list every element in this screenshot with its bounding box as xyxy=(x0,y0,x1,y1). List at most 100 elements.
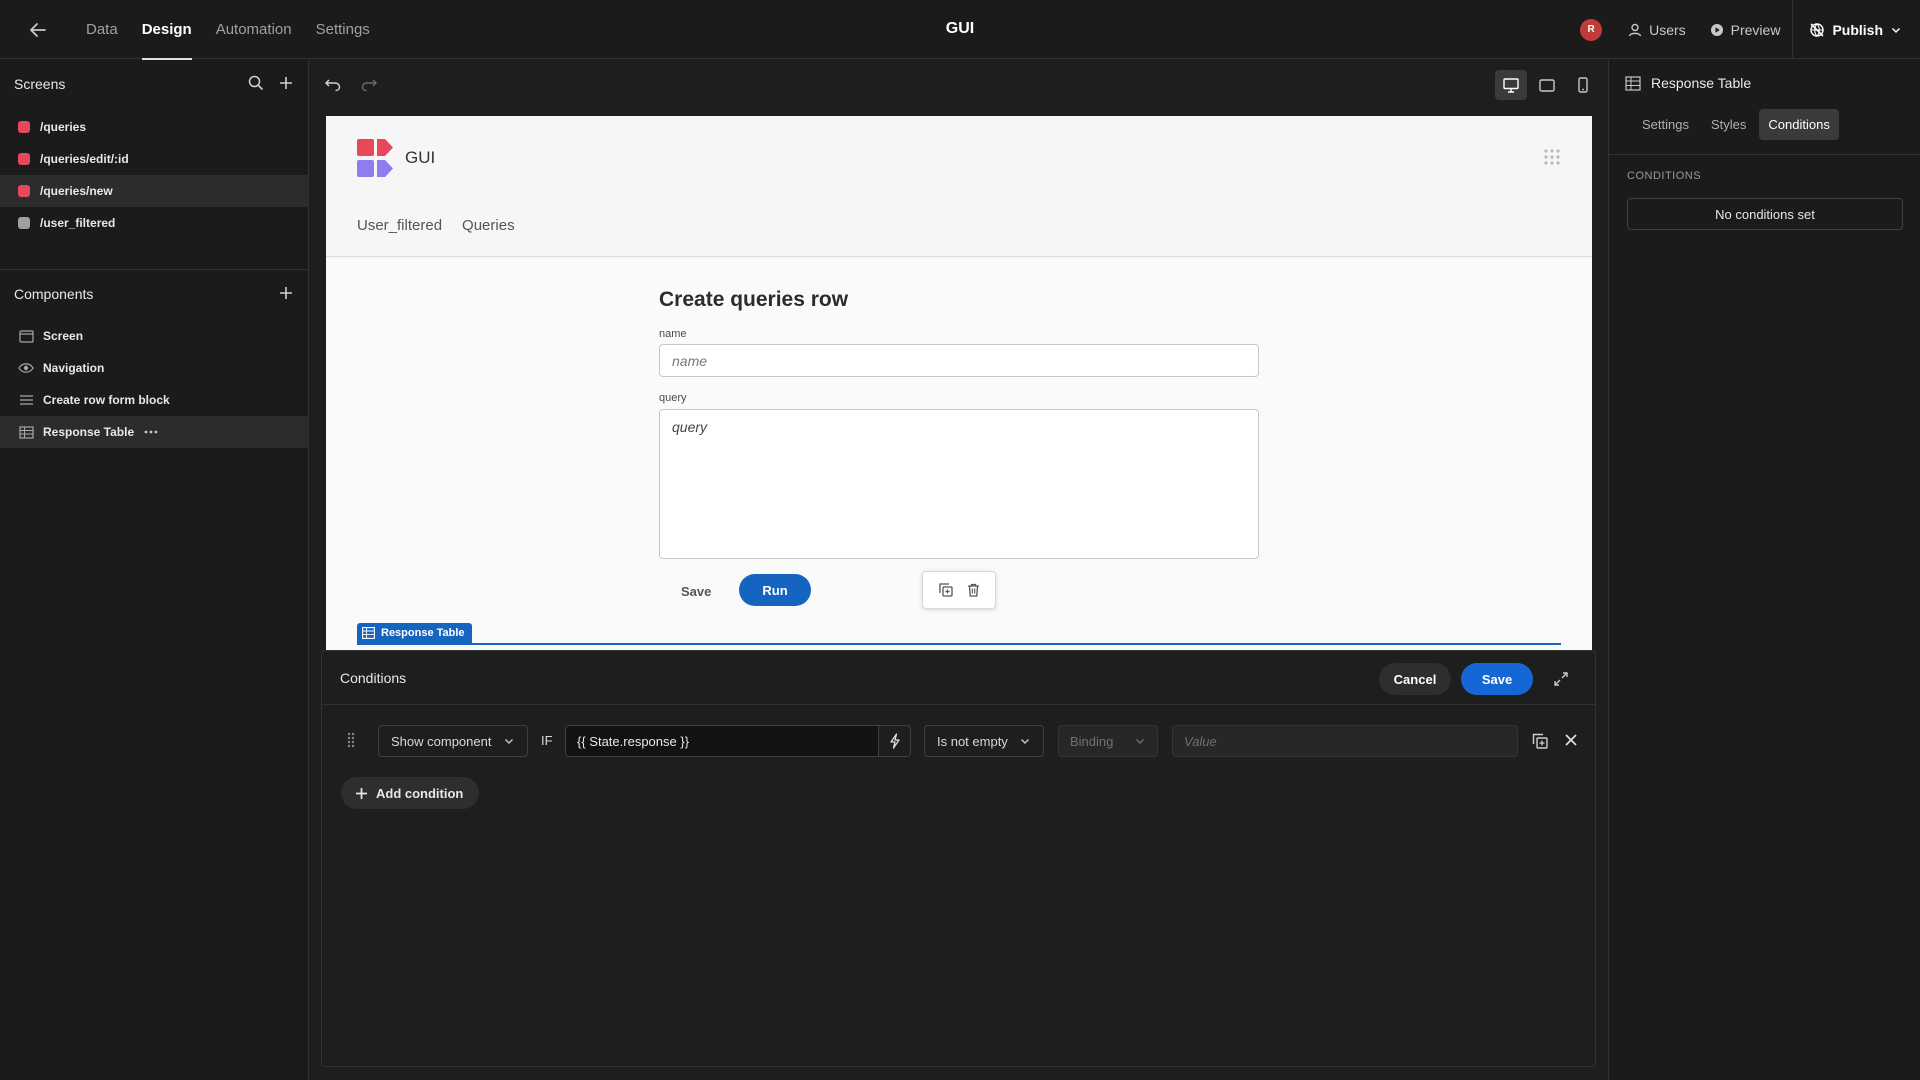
preview-label: Preview xyxy=(1730,21,1781,38)
mobile-view-button[interactable] xyxy=(1567,70,1599,100)
component-context-toolbar xyxy=(922,571,996,609)
user-icon xyxy=(1628,23,1642,36)
selected-component-name: Response Table xyxy=(381,627,465,639)
desktop-icon xyxy=(1503,77,1519,93)
publish-button[interactable]: Publish xyxy=(1792,0,1920,59)
panel-divider xyxy=(0,269,309,270)
screen-item-label: /queries/edit/:id xyxy=(40,152,129,166)
selected-component-outline xyxy=(357,643,1561,645)
screen-item-queries[interactable]: /queries xyxy=(0,111,309,143)
modal-title: Conditions xyxy=(340,670,407,686)
delete-icon[interactable] xyxy=(967,583,980,597)
globe-off-icon xyxy=(1810,22,1825,37)
modal-header: Conditions Cancel Save xyxy=(322,651,1595,705)
undo-icon[interactable] xyxy=(324,76,342,92)
redo-icon[interactable] xyxy=(360,76,378,92)
nav-link-user-filtered[interactable]: User_filtered xyxy=(357,217,442,234)
add-screen-icon[interactable] xyxy=(278,75,294,91)
tab-component-settings[interactable]: Settings xyxy=(1633,109,1698,140)
nav-link-queries[interactable]: Queries xyxy=(462,217,515,234)
form-icon xyxy=(19,395,33,405)
form-save-button[interactable]: Save xyxy=(681,584,711,599)
chevron-down-icon xyxy=(1021,739,1029,744)
user-avatar[interactable]: R xyxy=(1580,18,1603,41)
users-button[interactable]: Users xyxy=(1616,0,1698,59)
screen-color-dot xyxy=(18,153,30,165)
chevron-down-icon xyxy=(505,739,513,744)
more-options-icon[interactable] xyxy=(144,430,158,434)
add-condition-button[interactable]: Add condition xyxy=(341,777,480,809)
query-field[interactable]: query xyxy=(659,409,1259,559)
settings-tabs: Settings Styles Conditions xyxy=(1633,109,1839,140)
action-select-value: Show component xyxy=(391,733,492,749)
play-circle-icon xyxy=(1710,23,1723,36)
remove-condition-icon[interactable] xyxy=(1564,733,1578,747)
drag-handle-icon[interactable] xyxy=(347,732,355,748)
tab-data[interactable]: Data xyxy=(74,0,130,59)
table-icon xyxy=(1625,75,1641,91)
app-logo-icon xyxy=(357,139,395,177)
expand-icon[interactable] xyxy=(1553,671,1569,687)
component-item-label: Screen xyxy=(43,329,84,343)
value-input: Value xyxy=(1172,725,1518,757)
plus-icon xyxy=(356,787,367,799)
screen-color-dot xyxy=(18,121,30,133)
tab-component-styles[interactable]: Styles xyxy=(1702,109,1755,140)
tab-settings[interactable]: Settings xyxy=(304,0,382,59)
selected-component-tag[interactable]: Response Table xyxy=(357,623,472,643)
operator-select-value: Is not empty xyxy=(937,733,1008,749)
tablet-icon xyxy=(1539,78,1555,92)
tab-automation[interactable]: Automation xyxy=(204,0,304,59)
screen-icon xyxy=(18,329,34,343)
conditions-summary-button[interactable]: No conditions set xyxy=(1627,198,1903,230)
back-arrow-icon[interactable] xyxy=(24,17,52,43)
chevron-down-icon xyxy=(1891,27,1901,33)
duplicate-icon[interactable] xyxy=(938,583,953,597)
form-run-button[interactable]: Run xyxy=(739,574,811,606)
screen-item-queries-new[interactable]: /queries/new xyxy=(0,175,309,207)
condition-row: Show component IF {{ State.response }} I… xyxy=(322,705,1595,777)
component-item-label: Navigation xyxy=(43,361,105,375)
cancel-button[interactable]: Cancel xyxy=(1379,663,1451,695)
name-field-label: name xyxy=(659,328,687,340)
screen-item-user-filtered[interactable]: /user_filtered xyxy=(0,207,309,239)
app-preview-canvas[interactable]: GUI User_filtered Queries Create queries… xyxy=(326,116,1592,650)
component-item-response-table[interactable]: Response Table xyxy=(0,416,309,448)
panel-divider xyxy=(1609,154,1920,155)
duplicate-condition-icon[interactable] xyxy=(1532,733,1548,749)
users-label: Users xyxy=(1649,21,1686,38)
search-icon[interactable] xyxy=(248,75,264,91)
app-grid-icon[interactable] xyxy=(1544,149,1560,165)
name-field[interactable]: name xyxy=(659,344,1259,377)
mobile-icon xyxy=(1578,77,1588,93)
components-heading: Components xyxy=(14,286,94,302)
table-icon xyxy=(362,627,375,639)
tab-design[interactable]: Design xyxy=(130,0,204,60)
desktop-view-button[interactable] xyxy=(1495,70,1527,100)
add-component-icon[interactable] xyxy=(278,285,294,301)
top-bar: Data Design Automation Settings GUI R Us… xyxy=(0,0,1920,60)
preview-app-title: GUI xyxy=(405,148,436,167)
component-item-create-row-form-block[interactable]: Create row form block xyxy=(0,384,309,416)
tab-component-conditions[interactable]: Conditions xyxy=(1759,109,1839,140)
component-item-navigation[interactable]: Navigation xyxy=(0,352,309,384)
tablet-view-button[interactable] xyxy=(1531,70,1563,100)
screen-item-label: /user_filtered xyxy=(40,216,116,230)
table-icon xyxy=(18,425,34,439)
component-header: Response Table xyxy=(1625,75,1751,91)
if-label: IF xyxy=(541,733,553,748)
canvas-toolbar xyxy=(310,60,1607,116)
binding-input[interactable]: {{ State.response }} xyxy=(565,725,879,757)
chevron-down-icon xyxy=(1136,739,1144,744)
component-item-label: Response Table xyxy=(43,425,135,439)
preview-button[interactable]: Preview xyxy=(1698,0,1793,59)
screen-item-queries-edit[interactable]: /queries/edit/:id xyxy=(0,143,309,175)
add-condition-label: Add condition xyxy=(376,785,464,801)
save-button[interactable]: Save xyxy=(1461,663,1533,695)
screens-heading: Screens xyxy=(14,76,66,92)
action-select[interactable]: Show component xyxy=(378,725,528,757)
binding-lightning-icon[interactable] xyxy=(879,725,911,757)
screen-color-dot xyxy=(18,217,30,229)
component-item-screen[interactable]: Screen xyxy=(0,320,309,352)
operator-select[interactable]: Is not empty xyxy=(924,725,1044,757)
